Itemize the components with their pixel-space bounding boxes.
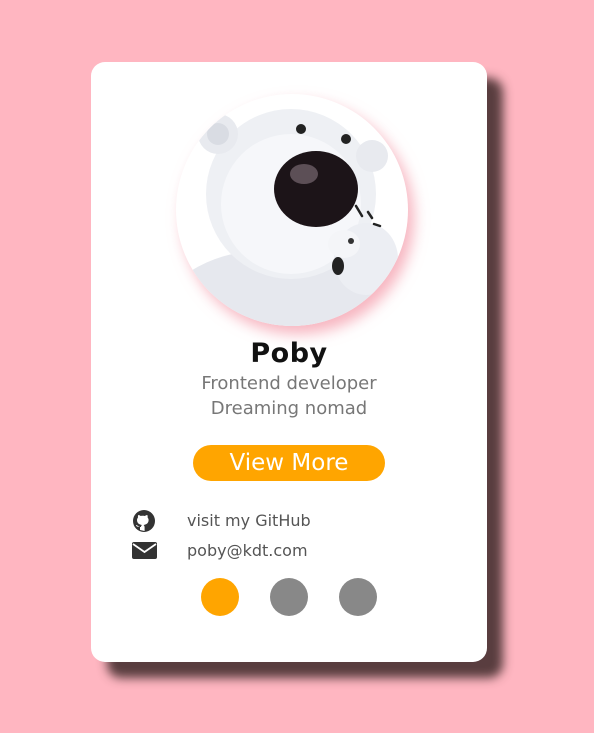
- profile-role: Frontend developer: [201, 373, 377, 394]
- github-icon: [133, 510, 155, 532]
- polar-bear-avatar-icon: [176, 109, 398, 326]
- pagination-dot-3[interactable]: [339, 578, 377, 616]
- envelope-icon: [132, 542, 157, 559]
- profile-card: Poby Frontend developer Dreaming nomad V…: [91, 62, 487, 662]
- github-link[interactable]: visit my GitHub: [187, 511, 311, 530]
- profile-tagline: Dreaming nomad: [210, 398, 368, 419]
- pagination-dot-2[interactable]: [270, 578, 308, 616]
- email-link[interactable]: poby@kdt.com: [187, 541, 308, 560]
- email-link-row[interactable]: poby@kdt.com: [131, 539, 431, 563]
- carousel-pagination: [201, 578, 381, 616]
- avatar: [176, 94, 408, 326]
- github-link-row[interactable]: visit my GitHub: [131, 509, 431, 533]
- view-more-button[interactable]: View More: [193, 445, 385, 481]
- profile-name: Poby: [250, 338, 328, 369]
- pagination-dot-1[interactable]: [201, 578, 239, 616]
